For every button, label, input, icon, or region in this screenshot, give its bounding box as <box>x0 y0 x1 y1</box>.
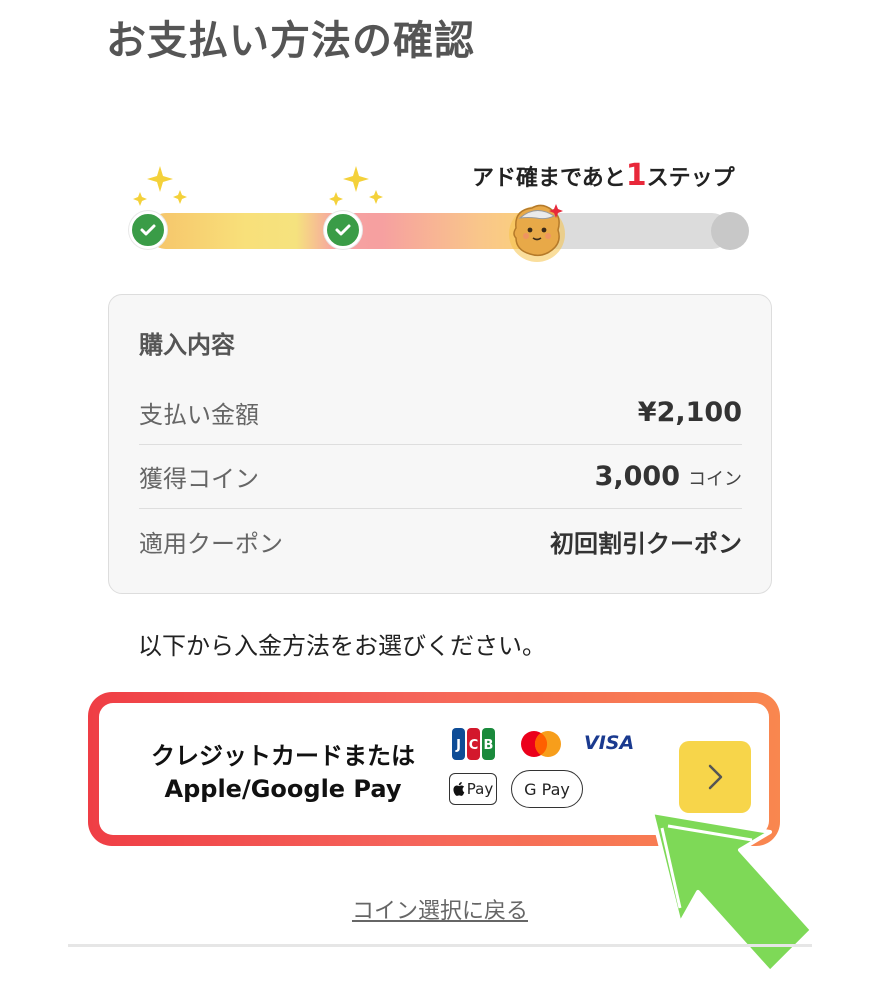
visa-logo: VISA <box>584 732 635 754</box>
sparkle-icon <box>133 166 187 206</box>
google-pay-badge: G Pay <box>511 770 583 808</box>
summary-row-coupon: 適用クーポン 初回割引クーポン <box>139 509 742 573</box>
payment-amount-value: ¥2,100 <box>637 397 742 428</box>
payment-label-line2: Apple/Google Pay <box>164 775 402 803</box>
payment-option-label: クレジットカードまたは Apple/Google Pay <box>151 740 415 806</box>
jcb-letter: B <box>484 738 494 753</box>
steps-remaining-caption: アド確まであと1ステップ <box>472 158 735 193</box>
row-label: 適用クーポン <box>139 529 283 558</box>
google-pay-text: G Pay <box>524 779 570 799</box>
coins-number: 3,000 <box>594 461 680 492</box>
caption-prefix: アド確まであと <box>472 166 626 191</box>
bottom-divider <box>68 944 812 947</box>
payment-instruction: 以下から入金方法をお選びください。 <box>138 632 546 660</box>
coins-unit: コイン <box>688 469 742 490</box>
coins-earned-value: 3,000 コイン <box>595 461 742 492</box>
progress-track <box>148 213 730 249</box>
caption-suffix: ステップ <box>646 166 735 191</box>
sparkle-icon <box>329 166 383 206</box>
proceed-arrow-button[interactable] <box>679 741 751 813</box>
jcb-letter: J <box>455 738 461 753</box>
summary-row-coins: 獲得コイン 3,000 コイン <box>139 445 742 509</box>
mastercard-logo <box>521 731 561 757</box>
back-to-coin-selection-link[interactable]: コイン選択に戻る <box>0 893 880 925</box>
summary-row-amount: 支払い金額 ¥2,100 <box>139 381 742 445</box>
row-label: 支払い金額 <box>139 401 259 429</box>
payment-label-line1: クレジットカードまたは <box>151 742 415 770</box>
step-final-dot <box>711 212 749 250</box>
purchase-summary-card: 購入内容 支払い金額 ¥2,100 獲得コイン 3,000 コイン 適用クーポン … <box>108 294 772 594</box>
steps-remaining-count: 1 <box>625 158 647 193</box>
summary-title: 購入内容 <box>139 331 235 359</box>
progress-stepper: アド確まであと1ステップ <box>0 0 880 300</box>
apple-pay-text: Pay <box>466 780 494 798</box>
coupon-value: 初回割引クーポン <box>550 529 742 558</box>
apple-icon <box>453 782 465 796</box>
row-label: 獲得コイン <box>139 465 259 493</box>
jcb-letter: C <box>469 738 479 753</box>
apple-pay-badge: Pay <box>449 773 497 805</box>
step-complete-icon <box>129 211 167 249</box>
step-complete-icon <box>324 211 362 249</box>
jcb-logo: J C B <box>452 728 495 760</box>
chevron-right-icon <box>708 764 723 790</box>
mascot-icon <box>509 204 565 262</box>
